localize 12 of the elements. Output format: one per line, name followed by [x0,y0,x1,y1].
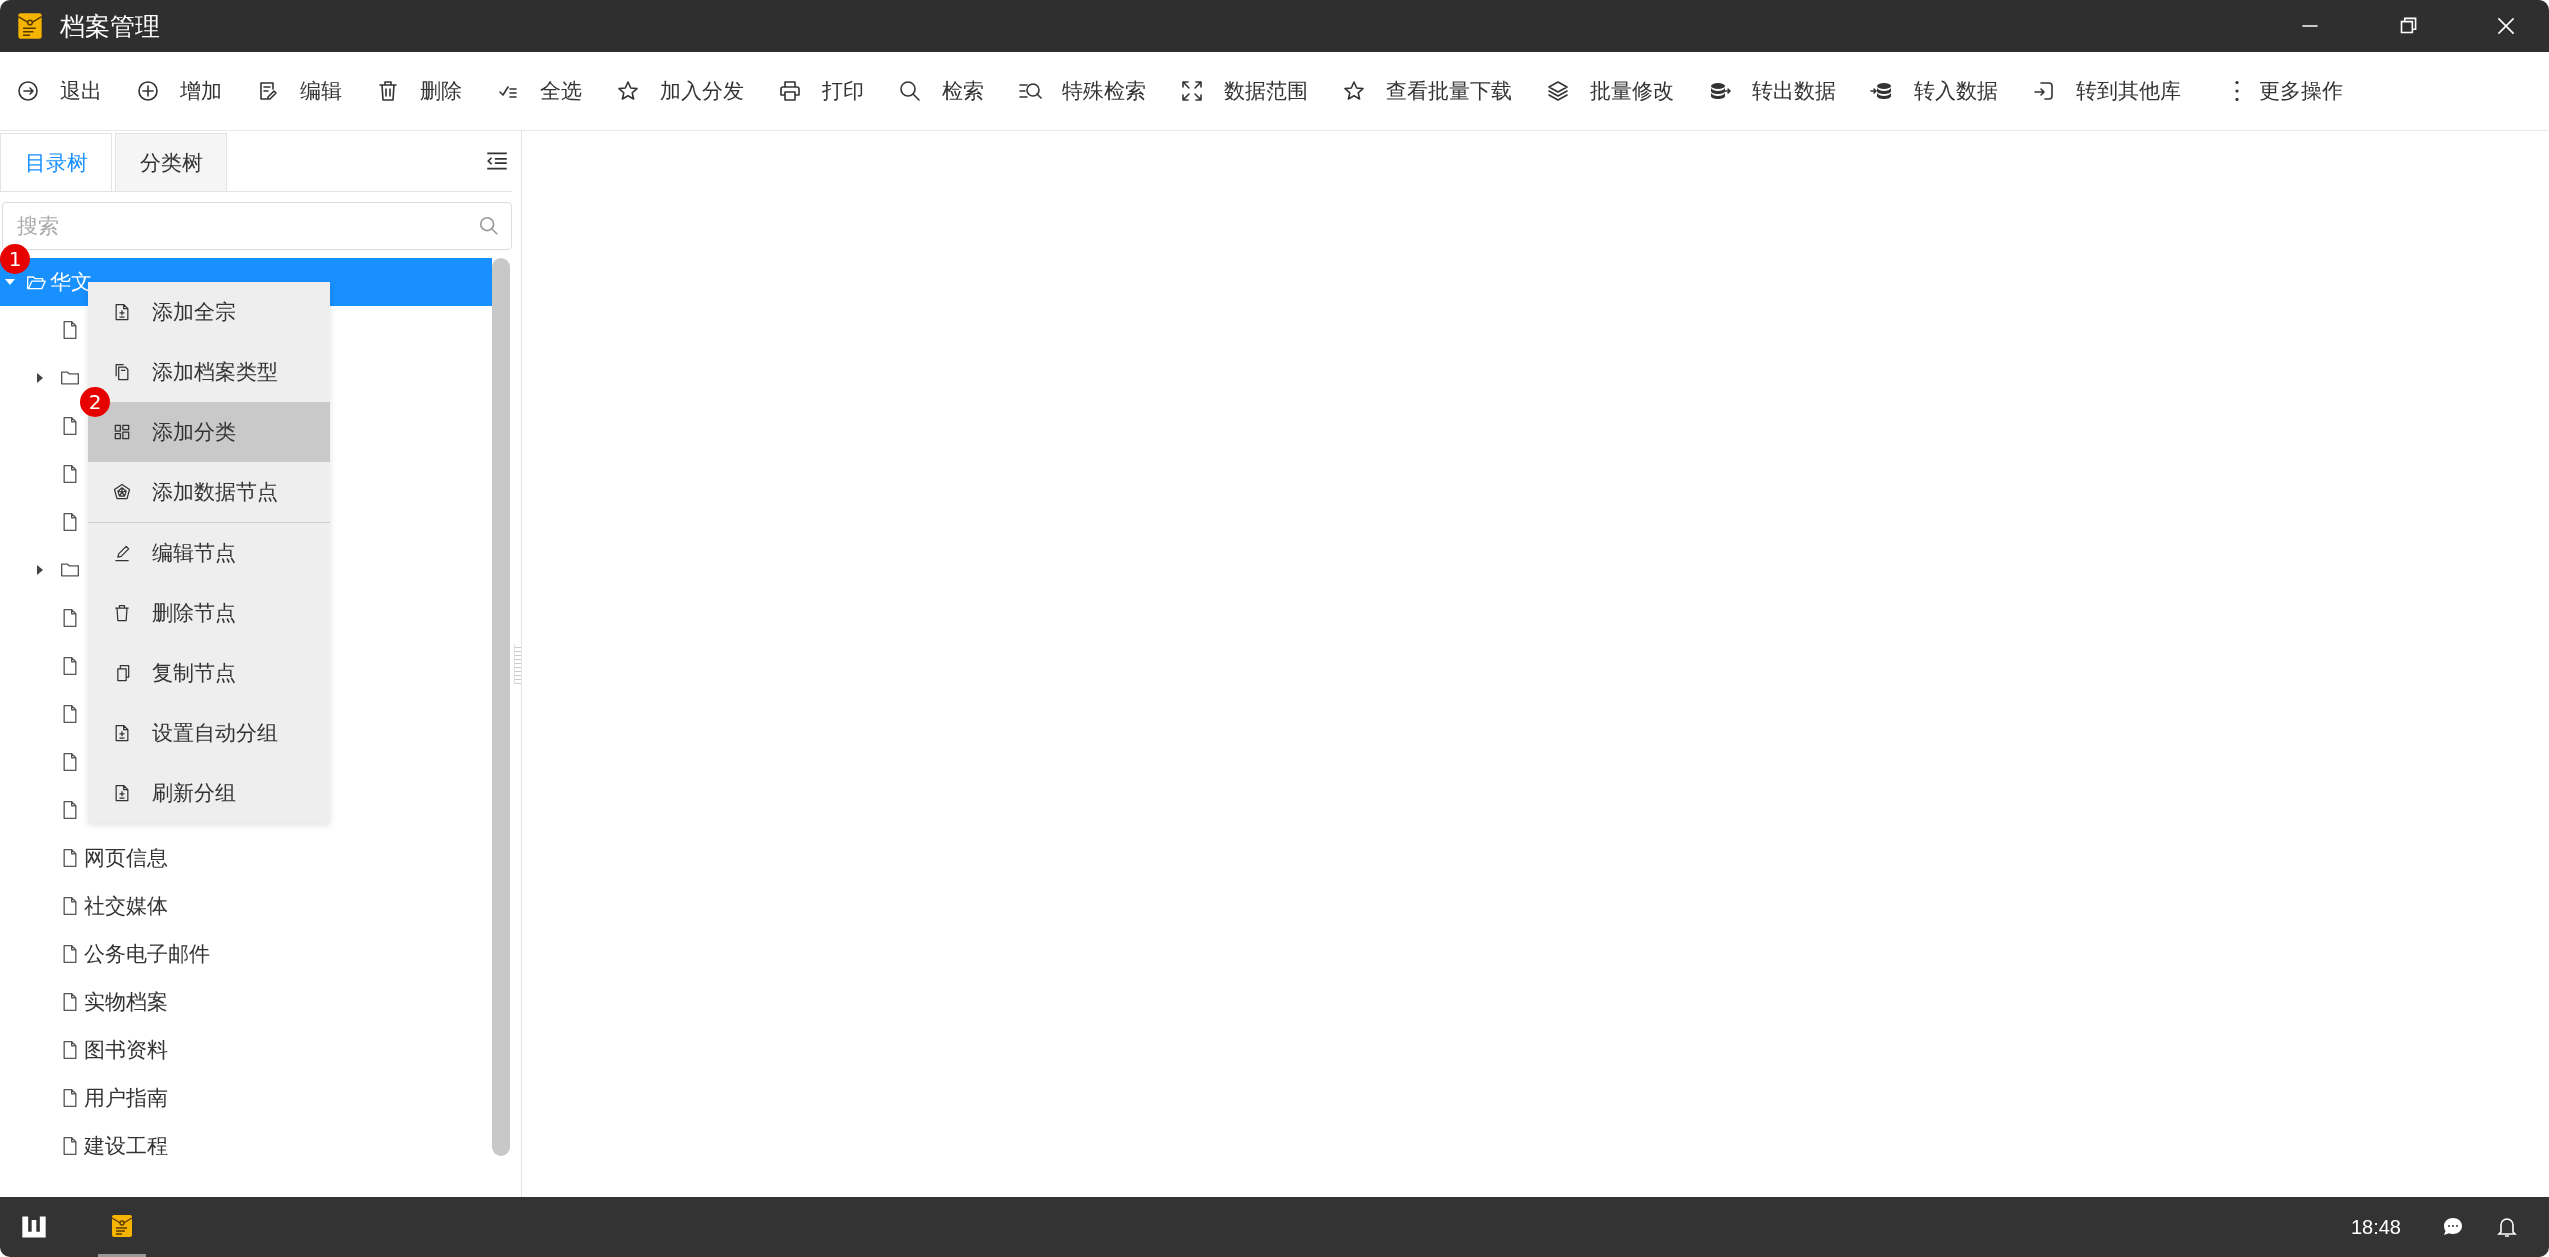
tree-label: 公务电子邮件 [84,941,210,968]
window-title: 档案管理 [60,10,160,43]
tree-label: 社交媒体 [84,893,168,920]
step-badge: 1 [0,244,30,274]
clock: 18:48 [2350,1215,2401,1239]
tree-label: 图书资料 [84,1037,168,1064]
tree-label: 实物档案 [84,989,168,1016]
tree-label: 网页信息 [84,845,168,872]
step-badge: 2 [80,387,110,417]
tree-label: 用户指南 [84,1085,168,1112]
tree-label: 华文 [50,269,92,296]
tree-label: 建设工程 [84,1133,168,1160]
